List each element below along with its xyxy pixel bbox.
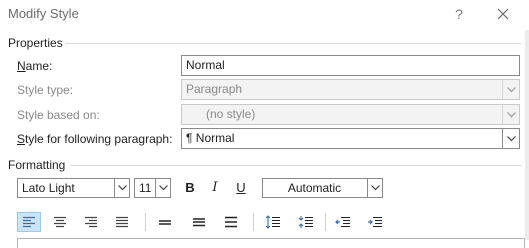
bold-button[interactable]: B: [180, 178, 200, 198]
formatting-divider: [70, 165, 521, 166]
spacing-increase-icon: [265, 215, 280, 229]
style-type-label: Style type:: [17, 83, 74, 97]
following-paragraph-value: ¶ Normal: [186, 131, 235, 145]
toolbar-separator: [325, 213, 326, 231]
align-right-button[interactable]: [79, 212, 103, 232]
following-label-accesskey: S: [17, 132, 26, 146]
help-button[interactable]: ?: [449, 3, 469, 25]
spacing-decrease-icon: [298, 216, 313, 228]
decrease-indent-icon: [335, 216, 350, 228]
name-label-text: ame:: [25, 59, 53, 73]
style-based-on-value: (no style): [206, 107, 256, 121]
toolbar-separator: [253, 213, 254, 231]
align-left-icon: [23, 216, 35, 228]
justify-button[interactable]: [110, 212, 134, 232]
title-bar: Modify Style ?: [0, 0, 529, 30]
decrease-indent-button[interactable]: [331, 212, 355, 232]
line-spacing-onehalf-icon: [193, 218, 205, 227]
chevron-down-icon[interactable]: [502, 105, 519, 124]
following-paragraph-select[interactable]: ¶ Normal: [181, 128, 520, 149]
font-color-value: Automatic: [287, 181, 342, 195]
italic-button[interactable]: I: [205, 178, 225, 198]
underline-button[interactable]: U: [231, 178, 251, 198]
justify-icon: [116, 216, 128, 228]
chevron-down-icon[interactable]: [502, 129, 519, 148]
style-based-on-select[interactable]: (no style): [181, 104, 520, 125]
name-label-accesskey: N: [17, 59, 26, 73]
align-left-button[interactable]: [17, 212, 41, 232]
style-based-on-label: Style based on:: [17, 108, 100, 122]
font-name-value: Lato Light: [22, 181, 75, 195]
decrease-spacing-button[interactable]: [294, 212, 318, 232]
close-button[interactable]: [492, 3, 514, 25]
toolbar-separator: [145, 213, 146, 231]
chevron-down-icon[interactable]: [367, 179, 382, 197]
font-size-select[interactable]: 11: [134, 178, 171, 198]
close-icon: [497, 8, 509, 20]
font-name-select[interactable]: Lato Light: [17, 178, 130, 198]
name-field[interactable]: Normal: [181, 55, 520, 76]
following-label-text: tyle for following paragraph:: [25, 132, 173, 146]
align-center-button[interactable]: [48, 212, 72, 232]
double-spacing-button[interactable]: [219, 212, 243, 232]
properties-divider: [66, 43, 521, 44]
style-type-select[interactable]: Paragraph: [181, 79, 520, 100]
increase-indent-icon: [368, 216, 382, 228]
line-spacing-single-icon: [159, 220, 171, 225]
align-center-icon: [54, 216, 66, 228]
font-size-value: 11: [139, 181, 152, 195]
chevron-down-icon[interactable]: [502, 80, 519, 99]
properties-section-label: Properties: [8, 36, 63, 50]
chevron-down-icon[interactable]: [114, 179, 129, 197]
increase-indent-button[interactable]: [363, 212, 387, 232]
formatting-section-label: Formatting: [8, 158, 66, 172]
scrollbar[interactable]: [525, 30, 529, 240]
following-paragraph-label: Style for following paragraph:: [17, 132, 172, 146]
style-type-value: Paragraph: [186, 82, 243, 96]
single-spacing-button[interactable]: [153, 212, 177, 232]
align-right-icon: [85, 216, 97, 228]
increase-spacing-button[interactable]: [261, 212, 285, 232]
dialog-title: Modify Style: [8, 6, 79, 21]
name-label: Name:: [17, 59, 52, 73]
one-half-spacing-button[interactable]: [187, 212, 211, 232]
chevron-down-icon[interactable]: [155, 179, 170, 197]
line-spacing-double-icon: [225, 216, 237, 228]
font-color-select[interactable]: Automatic: [262, 178, 383, 198]
